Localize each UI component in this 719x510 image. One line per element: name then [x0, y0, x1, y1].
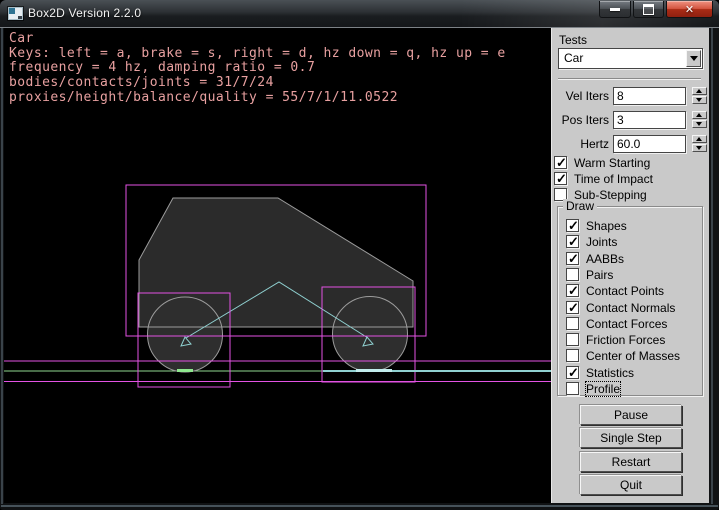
hertz-input[interactable]	[613, 135, 686, 153]
app-icon	[8, 7, 23, 20]
checkbox-box[interactable]	[566, 301, 579, 314]
checkbox-label: Contact Normals	[586, 301, 675, 315]
checkbox-box[interactable]	[566, 382, 579, 395]
checkbox-box[interactable]	[566, 252, 579, 265]
spinner-up-icon[interactable]	[692, 135, 707, 143]
checkbox-label: Contact Points	[586, 284, 664, 298]
window-border-left	[1, 28, 3, 504]
hertz-row: Hertz	[552, 135, 710, 153]
tests-select-arrow-button[interactable]	[686, 50, 701, 67]
close-button[interactable]	[666, 1, 713, 18]
hud-frequency: frequency = 4 hz, damping ratio = 0.7	[9, 61, 506, 76]
checkbox-label: Pairs	[586, 268, 613, 282]
titlebar[interactable]: Box2D Version 2.2.0	[0, 0, 719, 28]
checkbox-label: Friction Forces	[586, 333, 665, 347]
window-border-bottom	[1, 505, 718, 507]
pos-iters-row: Pos Iters	[552, 111, 710, 129]
separator	[558, 78, 701, 80]
minimize-button[interactable]	[599, 1, 631, 18]
single-step-button[interactable]: Single Step	[580, 428, 682, 448]
hud-text: Car Keys: left = a, brake = s, right = d…	[9, 32, 506, 105]
checkbox-box[interactable]	[566, 366, 579, 379]
checkbox-label: AABBs	[586, 252, 624, 266]
pos-iters-label: Pos Iters	[552, 113, 609, 127]
restart-button[interactable]: Restart	[580, 452, 682, 472]
checkbox-label: Shapes	[586, 219, 627, 233]
vel-iters-label: Vel Iters	[552, 89, 609, 103]
tests-select[interactable]: Car	[558, 48, 703, 69]
checkbox-box[interactable]	[566, 268, 579, 281]
chevron-down-icon	[690, 56, 698, 61]
checkbox-box[interactable]	[566, 284, 579, 297]
vel-iters-row: Vel Iters	[552, 87, 710, 105]
window: Box2D Version 2.2.0	[0, 0, 719, 510]
spinner-up-icon[interactable]	[692, 87, 707, 95]
minimize-icon	[610, 8, 620, 11]
close-icon	[685, 9, 694, 10]
hertz-label: Hertz	[552, 137, 609, 151]
spinner-up-icon[interactable]	[692, 111, 707, 119]
checkbox-box[interactable]	[566, 219, 579, 232]
checkbox-box[interactable]	[566, 333, 579, 346]
hud-stats-proxies: proxies/height/balance/quality = 55/7/1/…	[9, 91, 506, 106]
checkbox-box[interactable]	[566, 317, 579, 330]
checkbox-box[interactable]	[554, 172, 567, 185]
checkbox-label: Time of Impact	[574, 172, 653, 186]
maximize-button[interactable]	[633, 1, 664, 18]
quit-button[interactable]: Quit	[580, 475, 682, 495]
hertz-spinner	[692, 135, 707, 153]
draw-group: Draw Shapes Joints AABBs Pairs	[557, 206, 703, 396]
pos-iters-spinner	[692, 111, 707, 129]
checkbox-box[interactable]	[554, 156, 567, 169]
control-panel: Tests Car Vel Iters Pos Iters	[551, 28, 709, 503]
checkbox-label: Joints	[586, 235, 617, 249]
tests-selected-value: Car	[564, 51, 583, 65]
window-border-right	[711, 28, 713, 504]
hud-test-name: Car	[9, 32, 506, 47]
tests-label: Tests	[559, 33, 587, 47]
spinner-down-icon[interactable]	[692, 96, 707, 104]
pos-iters-input[interactable]	[613, 111, 686, 129]
draw-group-title: Draw	[563, 199, 597, 213]
window-controls	[599, 1, 713, 18]
hud-keys: Keys: left = a, brake = s, right = d, hz…	[9, 47, 506, 62]
checkbox-label: Warm Starting	[574, 156, 650, 170]
box2d-testbed-window: Box2D Version 2.2.0	[0, 0, 719, 510]
spinner-down-icon[interactable]	[692, 144, 707, 152]
checkbox-box[interactable]	[566, 235, 579, 248]
checkbox-label: Profile	[586, 382, 620, 396]
pause-button[interactable]: Pause	[580, 405, 682, 425]
vel-iters-spinner	[692, 87, 707, 105]
maximize-icon	[643, 4, 654, 15]
checkbox-label: Statistics	[586, 366, 634, 380]
vel-iters-input[interactable]	[613, 87, 686, 105]
checkbox-label: Center of Masses	[586, 349, 680, 363]
spinner-down-icon[interactable]	[692, 120, 707, 128]
hud-stats-bodies: bodies/contacts/joints = 31/7/24	[9, 76, 506, 91]
checkbox-label: Contact Forces	[586, 317, 667, 331]
simulation-canvas[interactable]: Car Keys: left = a, brake = s, right = d…	[4, 28, 551, 503]
checkbox-box[interactable]	[566, 349, 579, 362]
window-title: Box2D Version 2.2.0	[28, 6, 141, 20]
